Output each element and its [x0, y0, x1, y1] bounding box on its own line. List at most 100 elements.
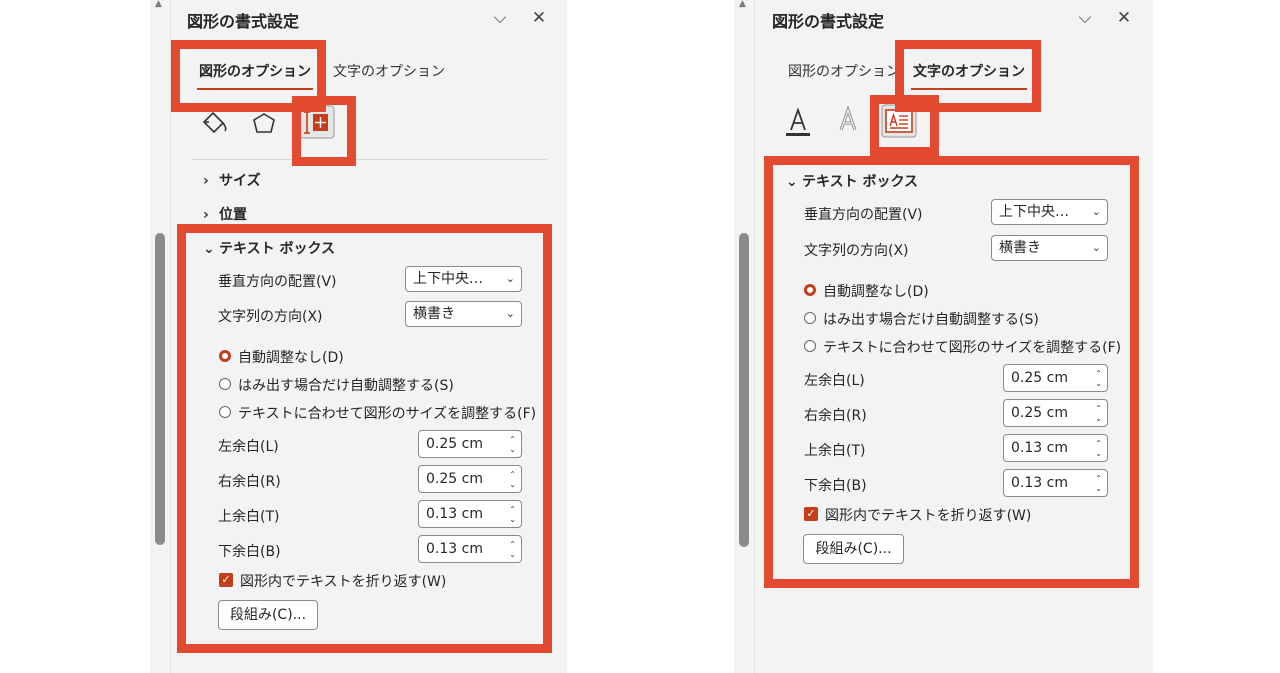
columns-button[interactable]: 段組み(C)...	[218, 600, 318, 630]
top-margin-spinner[interactable]: 0.13 cm ⌃ ⌄	[1003, 434, 1108, 462]
spin-down-icon[interactable]: ⌄	[1095, 379, 1102, 388]
checkbox-label: 図形内でテキストを折り返す(W)	[240, 574, 447, 590]
radio-circle	[804, 284, 816, 296]
chevron-right-icon: ›	[203, 173, 209, 189]
section-position[interactable]: › 位置	[203, 204, 247, 224]
bottom-margin-label: 下余白(B)	[804, 478, 867, 494]
left-margin-label: 左余白(L)	[218, 439, 279, 455]
vertical-align-label: 垂直方向の配置(V)	[804, 207, 923, 223]
section-label: テキスト ボックス	[219, 241, 336, 257]
radio-label: テキストに合わせて図形のサイズを調整する(F)	[823, 340, 1122, 356]
divider	[777, 158, 1134, 159]
format-shape-pane-right: ▲ 図形の書式設定 ⌵ ✕ 図形のオプション 文字のオプション ⌄ テキスト ボッ…	[734, 0, 1153, 673]
tab-label: 図形のオプション	[199, 64, 311, 80]
divider	[192, 159, 547, 160]
spin-up-icon[interactable]: ⌃	[1095, 404, 1102, 413]
tab-underline	[197, 88, 313, 90]
spinner-value: 0.25 cm	[426, 436, 483, 452]
left-margin-spinner[interactable]: 0.25 cm ⌃ ⌄	[1003, 364, 1108, 392]
divider	[170, 0, 171, 673]
spin-up-icon[interactable]: ⌃	[1095, 439, 1102, 448]
section-text-box[interactable]: ⌄ テキスト ボックス	[203, 238, 335, 258]
right-margin-spinner[interactable]: 0.25 cm ⌃ ⌄	[1003, 399, 1108, 427]
chevron-down-icon: ⌄	[203, 241, 215, 257]
chevron-down-icon: ⌄	[505, 307, 515, 320]
scroll-up-arrow-icon[interactable]: ▲	[155, 0, 162, 9]
scrollbar[interactable]: ▲	[734, 0, 754, 673]
layout-properties-icon[interactable]	[299, 105, 335, 139]
tab-text-options[interactable]: 文字のオプション	[911, 61, 1027, 90]
bottom-margin-spinner[interactable]: 0.13 cm ⌃ ⌄	[418, 535, 522, 563]
spin-down-icon[interactable]: ⌄	[509, 445, 516, 454]
spinner-value: 0.13 cm	[426, 541, 483, 557]
spin-down-icon[interactable]: ⌄	[1095, 414, 1102, 423]
pentagon-icon[interactable]	[250, 110, 278, 136]
text-direction-label: 文字列の方向(X)	[218, 309, 323, 325]
radio-circle	[219, 406, 231, 418]
section-label: サイズ	[219, 173, 261, 189]
spin-down-icon[interactable]: ⌄	[509, 515, 516, 524]
spin-up-icon[interactable]: ⌃	[509, 435, 516, 444]
radio-label: はみ出す場合だけ自動調整する(S)	[823, 312, 1039, 328]
spin-up-icon[interactable]: ⌃	[509, 505, 516, 514]
radio-label: はみ出す場合だけ自動調整する(S)	[238, 378, 454, 394]
textbox-icon[interactable]	[881, 104, 917, 138]
left-margin-spinner[interactable]: 0.25 cm ⌃ ⌄	[418, 430, 522, 458]
chevron-down-icon[interactable]: ⌵	[1074, 7, 1096, 29]
spin-up-icon[interactable]: ⌃	[1095, 474, 1102, 483]
scroll-up-arrow-icon[interactable]: ▲	[739, 0, 746, 9]
chevron-down-icon[interactable]: ⌵	[489, 7, 511, 29]
close-icon[interactable]: ✕	[1113, 7, 1135, 29]
section-text-box[interactable]: ⌄ テキスト ボックス	[786, 171, 918, 191]
spinner-value: 0.13 cm	[1011, 475, 1068, 491]
text-direction-dropdown[interactable]: 横書き ⌄	[991, 235, 1108, 261]
pane-title: 図形の書式設定	[772, 12, 885, 31]
spinner-value: 0.13 cm	[426, 506, 483, 522]
radio-circle	[804, 340, 816, 352]
right-margin-spinner[interactable]: 0.25 cm ⌃ ⌄	[418, 465, 522, 493]
tab-shape-options[interactable]: 図形のオプション	[197, 61, 313, 90]
text-direction-label: 文字列の方向(X)	[804, 243, 909, 259]
columns-button[interactable]: 段組み(C)...	[803, 534, 904, 564]
spin-down-icon[interactable]: ⌄	[509, 480, 516, 489]
vertical-align-dropdown[interactable]: 上下中央… ⌄	[991, 199, 1108, 225]
paint-bucket-icon[interactable]	[200, 110, 230, 136]
vertical-align-dropdown[interactable]: 上下中央… ⌄	[405, 266, 522, 292]
radio-label: 自動調整なし(D)	[823, 284, 929, 300]
text-fill-icon[interactable]	[782, 106, 814, 138]
spin-up-icon[interactable]: ⌃	[509, 540, 516, 549]
chevron-down-icon: ⌄	[786, 174, 798, 190]
top-margin-label: 上余白(T)	[218, 509, 280, 525]
close-icon[interactable]: ✕	[528, 7, 550, 29]
spin-down-icon[interactable]: ⌄	[1095, 449, 1102, 458]
bottom-margin-spinner[interactable]: 0.13 cm ⌃ ⌄	[1003, 469, 1108, 497]
left-margin-label: 左余白(L)	[804, 373, 865, 389]
spinner-value: 0.13 cm	[1011, 440, 1068, 456]
top-margin-spinner[interactable]: 0.13 cm ⌃ ⌄	[418, 500, 522, 528]
chevron-down-icon: ⌄	[1091, 241, 1101, 254]
spin-down-icon[interactable]: ⌄	[509, 550, 516, 559]
radio-circle	[804, 312, 816, 324]
top-margin-label: 上余白(T)	[804, 443, 866, 459]
dropdown-value: 横書き	[413, 306, 455, 322]
scrollbar-thumb[interactable]	[155, 233, 165, 545]
spinner-value: 0.25 cm	[1011, 370, 1068, 386]
text-outline-icon[interactable]	[832, 106, 864, 138]
tab-text-options[interactable]: 文字のオプション	[333, 61, 445, 81]
radio-label: 自動調整なし(D)	[238, 350, 344, 366]
right-margin-label: 右余白(R)	[218, 474, 281, 490]
section-size[interactable]: › サイズ	[203, 170, 261, 190]
spin-up-icon[interactable]: ⌃	[1095, 369, 1102, 378]
scrollbar-thumb[interactable]	[739, 233, 749, 547]
format-shape-pane-left: ▲ 図形の書式設定 ⌵ ✕ 図形のオプション 文字のオプション › サイズ › 位置…	[150, 0, 567, 673]
radio-label: テキストに合わせて図形のサイズを調整する(F)	[238, 406, 537, 422]
spin-up-icon[interactable]: ⌃	[509, 470, 516, 479]
scrollbar[interactable]: ▲	[150, 0, 170, 673]
section-label: テキスト ボックス	[802, 174, 919, 190]
spin-down-icon[interactable]: ⌄	[1095, 484, 1102, 493]
checkbox-label: 図形内でテキストを折り返す(W)	[825, 508, 1032, 524]
chevron-down-icon: ⌄	[505, 272, 515, 285]
tab-shape-options[interactable]: 図形のオプション	[788, 61, 900, 81]
tab-label: 文字のオプション	[913, 64, 1025, 80]
text-direction-dropdown[interactable]: 横書き ⌄	[405, 301, 522, 327]
